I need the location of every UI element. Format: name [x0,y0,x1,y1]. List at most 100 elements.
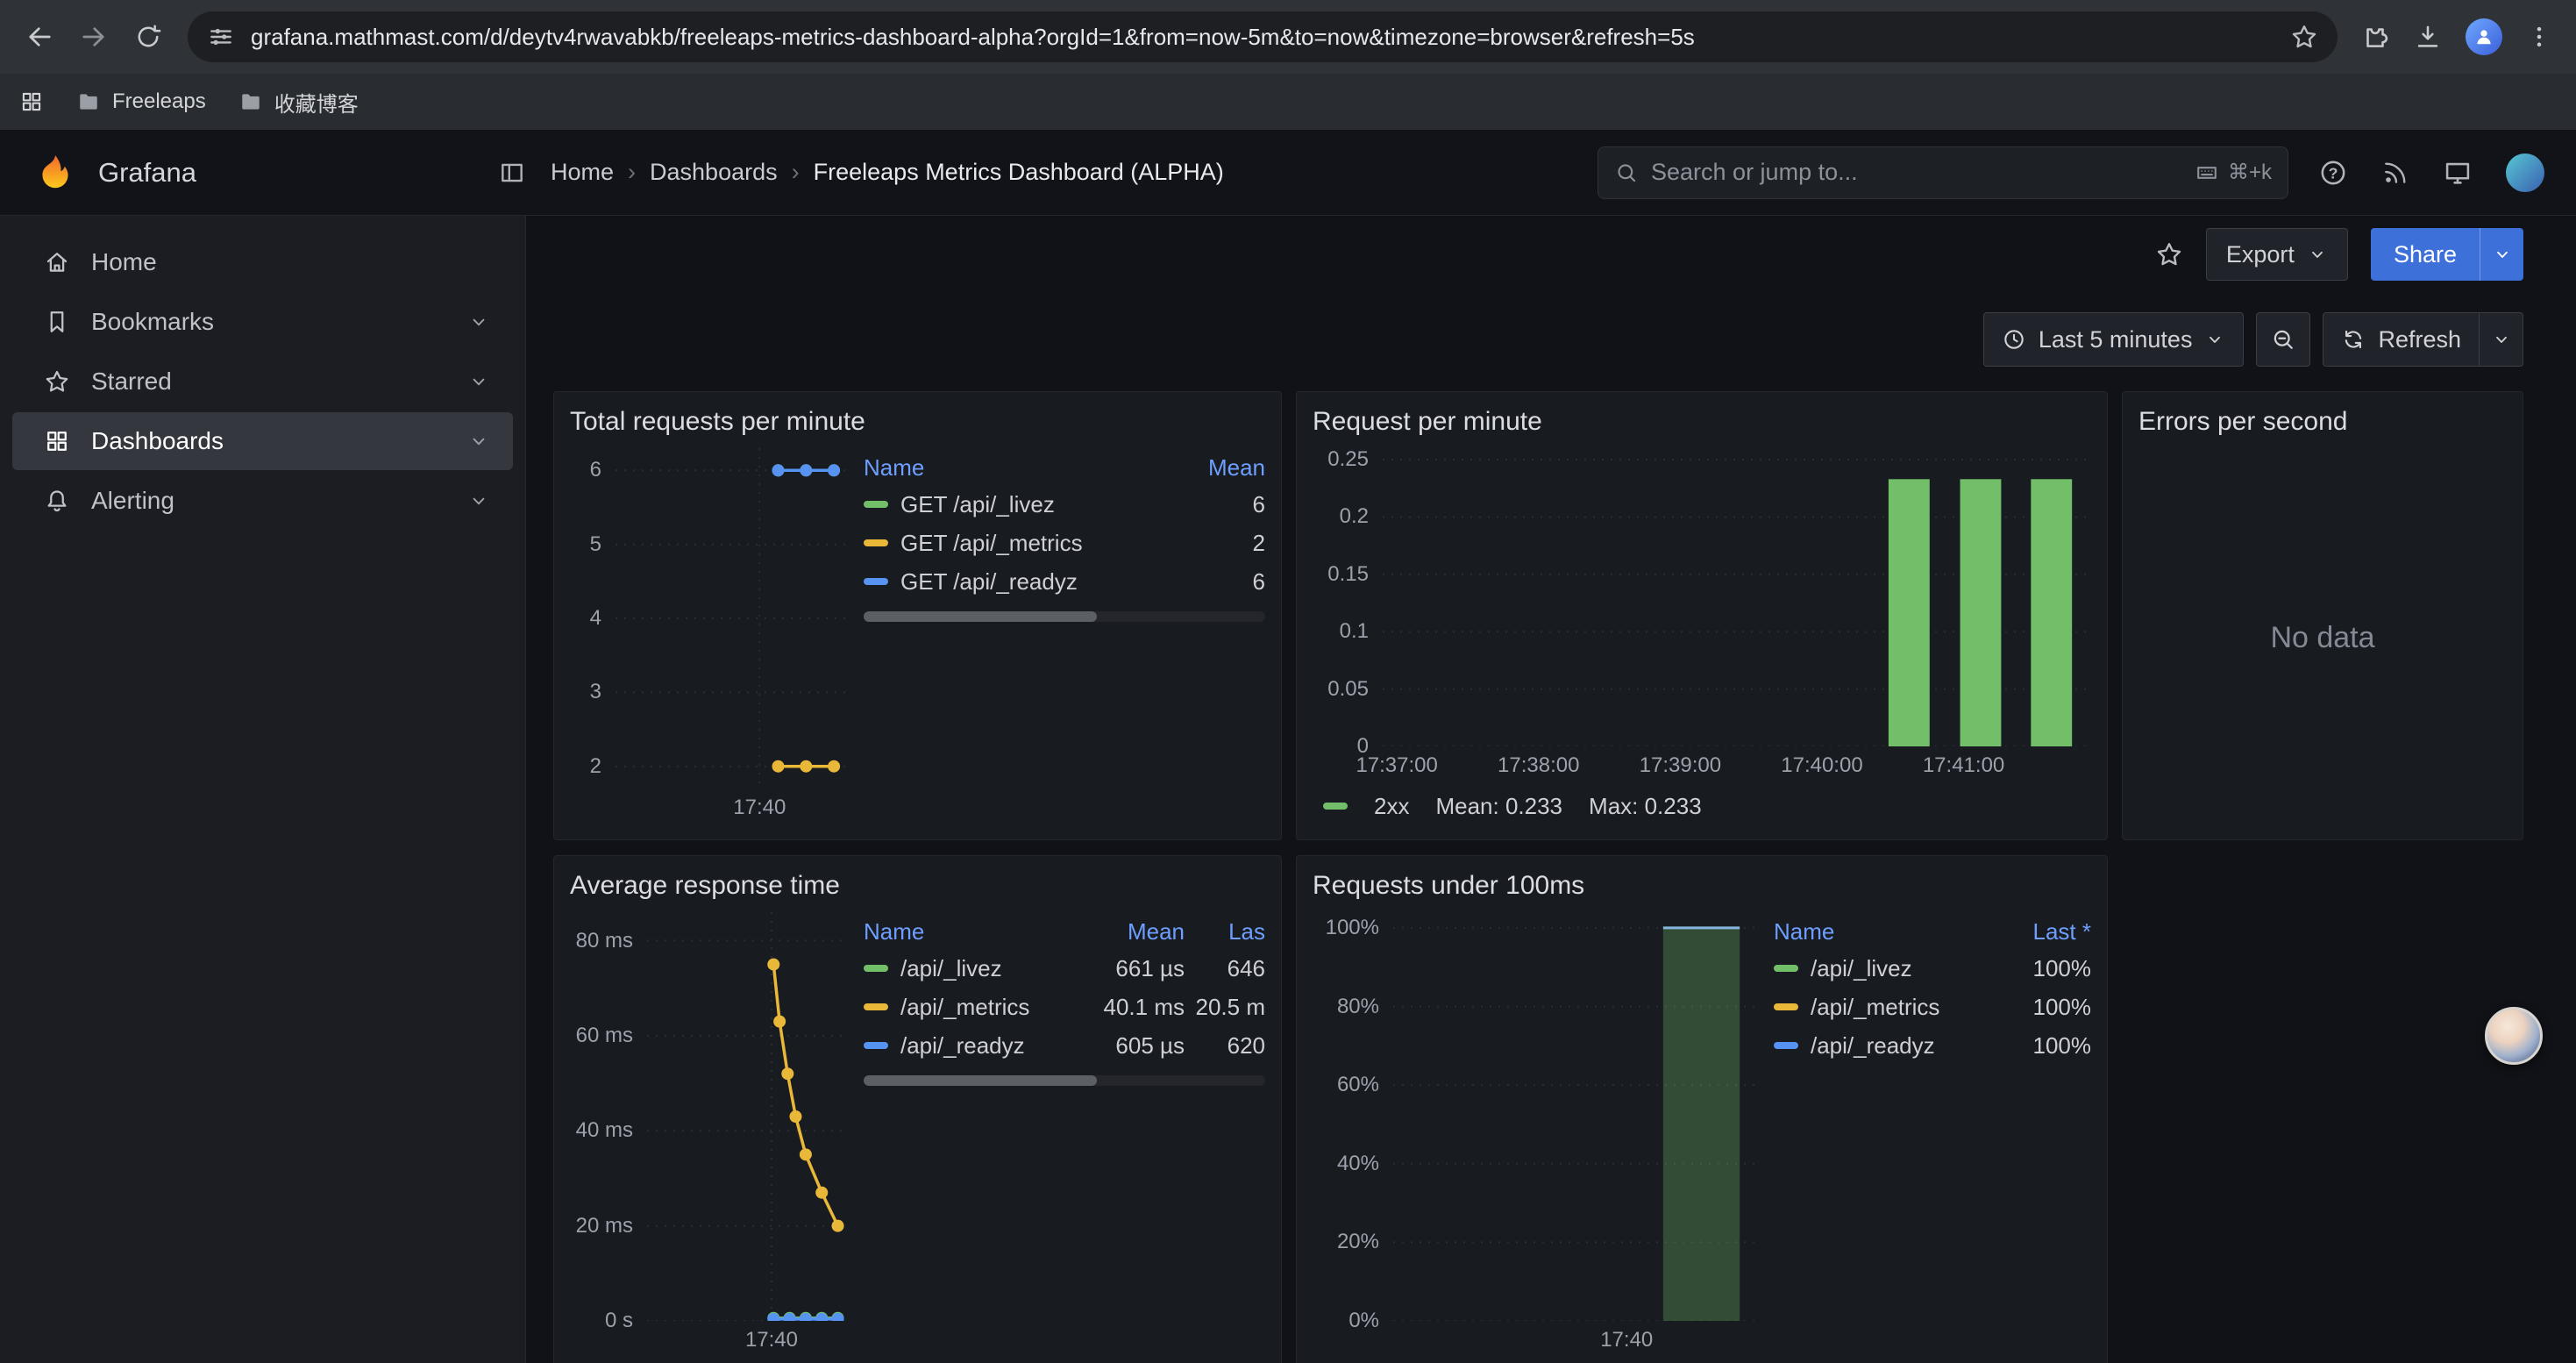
sidebar-item-label: Alerting [91,487,174,515]
legend-series-name[interactable]: GET /api/_metrics [864,530,1167,557]
panel-body: 100%80%60%40%20%0%17:40 NameLast */api/_… [1313,912,2091,1359]
panel-title: Total requests per minute [570,404,1265,439]
address-bar[interactable]: grafana.mathmast.com/d/deytv4rwavabkb/fr… [188,11,2338,62]
sidebar-item-starred[interactable]: Starred [12,353,513,410]
legend-scrollbar[interactable] [864,611,1265,622]
legend-series-name[interactable]: /api/_metrics [864,994,1086,1021]
y-tick-label: 100% [1326,916,1379,940]
user-avatar[interactable] [2506,153,2544,192]
bookmarks-bar: Freeleaps 收藏博客 [0,74,2576,130]
search-box[interactable]: ⌘+k [1598,146,2288,199]
tune-icon[interactable] [207,23,235,51]
legend-col[interactable]: Last * [1993,918,2091,946]
expand-toggle[interactable] [467,489,490,512]
plot-area [1383,448,2091,746]
legend-series-name[interactable]: GET /api/_livez [864,491,1167,518]
y-tick-label: 6 [590,458,601,482]
legend-stat: Max: 0.233 [1589,793,1702,820]
scrollbar-thumb[interactable] [864,611,1097,622]
search-shortcut-text: ⌘+k [2228,160,2272,185]
legend-scrollbar[interactable] [864,1075,1265,1086]
refresh-button[interactable]: Refresh [2323,313,2479,366]
legend-col[interactable]: Mean [1086,918,1185,946]
legend-series-name[interactable]: /api/_livez [864,955,1086,982]
legend-col[interactable]: Mean [1167,454,1265,482]
breadcrumb-item[interactable]: Dashboards [650,159,778,186]
browser-profile-avatar[interactable] [2466,18,2502,55]
legend-col-name[interactable]: Name [864,454,1167,482]
series-color-swatch [864,965,888,972]
expand-toggle[interactable] [467,370,490,393]
rss-icon[interactable] [2381,159,2409,187]
search-input[interactable] [1651,159,2182,186]
puzzle-icon[interactable] [2360,22,2390,52]
series-color-swatch [1323,803,1348,810]
share-button[interactable]: Share [2371,228,2523,281]
panel-title: Average response time [570,868,1265,903]
x-tick-label: 17:39:00 [1640,753,1721,778]
sidebar-item-bookmarks[interactable]: Bookmarks [12,293,513,351]
legend-series-name[interactable]: /api/_metrics [1774,994,1993,1021]
browser-back-button[interactable] [14,11,65,62]
apps-icon[interactable] [19,89,44,114]
panel-average-response-time: Average response time 80 ms60 ms40 ms20 … [553,855,1282,1363]
browser-reload-button[interactable] [123,11,174,62]
expand-toggle[interactable] [467,310,490,333]
reload-icon [133,22,163,52]
url-text[interactable]: grafana.mathmast.com/d/deytv4rwavabkb/fr… [251,24,2274,51]
x-tick-label: 17:40 [733,796,786,820]
legend-series-name[interactable]: /api/_livez [1774,955,1993,982]
y-tick-label: 0.25 [1327,447,1369,472]
series-color-swatch [1774,1003,1798,1010]
download-icon[interactable] [2413,22,2443,52]
legend-request-per-minute: 2xxMean: 0.233Max: 0.233 [1313,785,2091,827]
panel-left-icon [498,159,526,187]
legend-value: 6 [1167,568,1265,596]
legend-series-name[interactable]: /api/_readyz [864,1032,1086,1060]
export-button[interactable]: Export [2206,228,2348,281]
expand-toggle[interactable] [467,430,490,453]
forward-icon [78,21,110,53]
folder-icon [239,90,262,113]
monitor-icon[interactable] [2443,158,2473,188]
help-icon[interactable]: ? [2318,158,2348,188]
legend-series-name[interactable]: 2xx [1374,793,1409,820]
grafana-logo[interactable] [35,153,75,193]
sidebar-toggle-button[interactable] [498,159,526,187]
series-color-swatch [1774,1042,1798,1049]
star-icon[interactable] [2155,240,2183,268]
bell-icon [44,488,70,514]
breadcrumb-item[interactable]: Home [551,159,614,186]
share-main[interactable]: Share [2371,228,2480,281]
browser-forward-button[interactable] [68,11,119,62]
x-tick-label: 17:41:00 [1923,753,2004,778]
y-tick-label: 60% [1337,1073,1379,1097]
bookmark-item[interactable]: Freeleaps [77,87,206,118]
legend-col[interactable]: Las [1185,918,1265,946]
legend-series-name[interactable]: /api/_readyz [1774,1032,1993,1060]
zoom-out-button[interactable] [2256,312,2310,367]
refresh-interval-dropdown[interactable] [2479,313,2523,366]
kebab-icon[interactable] [2525,23,2553,51]
bookmark-item[interactable]: 收藏博客 [239,87,359,118]
y-tick-label: 0.1 [1340,619,1369,644]
panel-title: Errors per second [2138,404,2507,439]
share-dropdown-button[interactable] [2480,228,2523,281]
scrollbar-thumb[interactable] [864,1075,1097,1086]
chev-icon [2492,244,2513,265]
legend-header: NameMean [864,450,1265,485]
header-icons: ? [2288,153,2544,192]
legend-col-name[interactable]: Name [1774,918,1993,946]
legend-col-name[interactable]: Name [864,918,1086,946]
sidebar-item-alerting[interactable]: Alerting [12,472,513,530]
floating-avatar[interactable] [2485,1007,2543,1065]
chart-requests-under-100ms: 100%80%60%40%20%0%17:40 [1313,912,1758,1359]
legend-series-name[interactable]: GET /api/_readyz [864,568,1167,596]
star-icon[interactable] [2290,23,2318,51]
chev-icon [2204,329,2225,350]
time-range-picker[interactable]: Last 5 minutes [1983,312,2245,367]
sidebar-item-home[interactable]: Home [12,233,513,291]
legend-value: 646 [1185,955,1265,982]
legend-value: 620 [1185,1032,1265,1060]
sidebar-item-dashboards[interactable]: Dashboards [12,412,513,470]
